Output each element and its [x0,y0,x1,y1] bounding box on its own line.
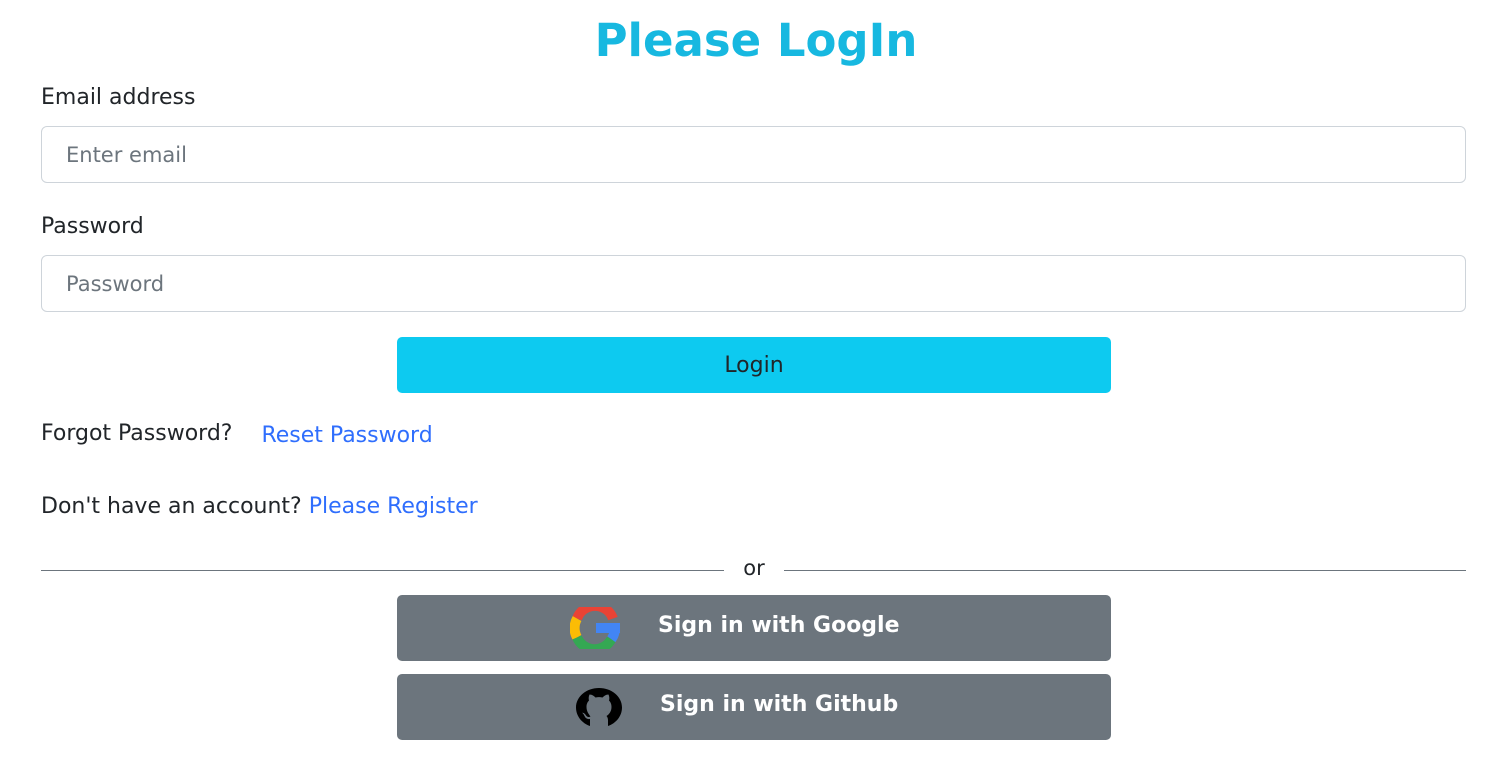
password-label: Password [41,214,144,239]
email-input[interactable] [41,126,1466,183]
forgot-password-text: Forgot Password? [41,421,233,446]
github-signin-label: Sign in with Github [660,692,899,717]
reset-password-link[interactable]: Reset Password [261,423,432,448]
google-signin-button[interactable]: Sign in with Google [397,595,1111,661]
divider-line-left [41,570,724,571]
google-signin-label: Sign in with Google [658,613,900,638]
register-row: Don't have an account? Please Register [41,491,478,523]
email-label: Email address [41,85,196,110]
github-icon [576,688,622,726]
divider-line-right [784,570,1466,571]
divider-text: or [743,556,765,580]
github-signin-button[interactable]: Sign in with Github [397,674,1111,740]
password-input[interactable] [41,255,1466,312]
no-account-text: Don't have an account? [41,494,302,519]
google-icon [570,607,621,649]
register-link[interactable]: Please Register [309,494,478,519]
login-button[interactable]: Login [397,337,1111,393]
page-title: Please LogIn [594,14,918,67]
forgot-password-row: Forgot Password? Reset Password [41,418,433,450]
